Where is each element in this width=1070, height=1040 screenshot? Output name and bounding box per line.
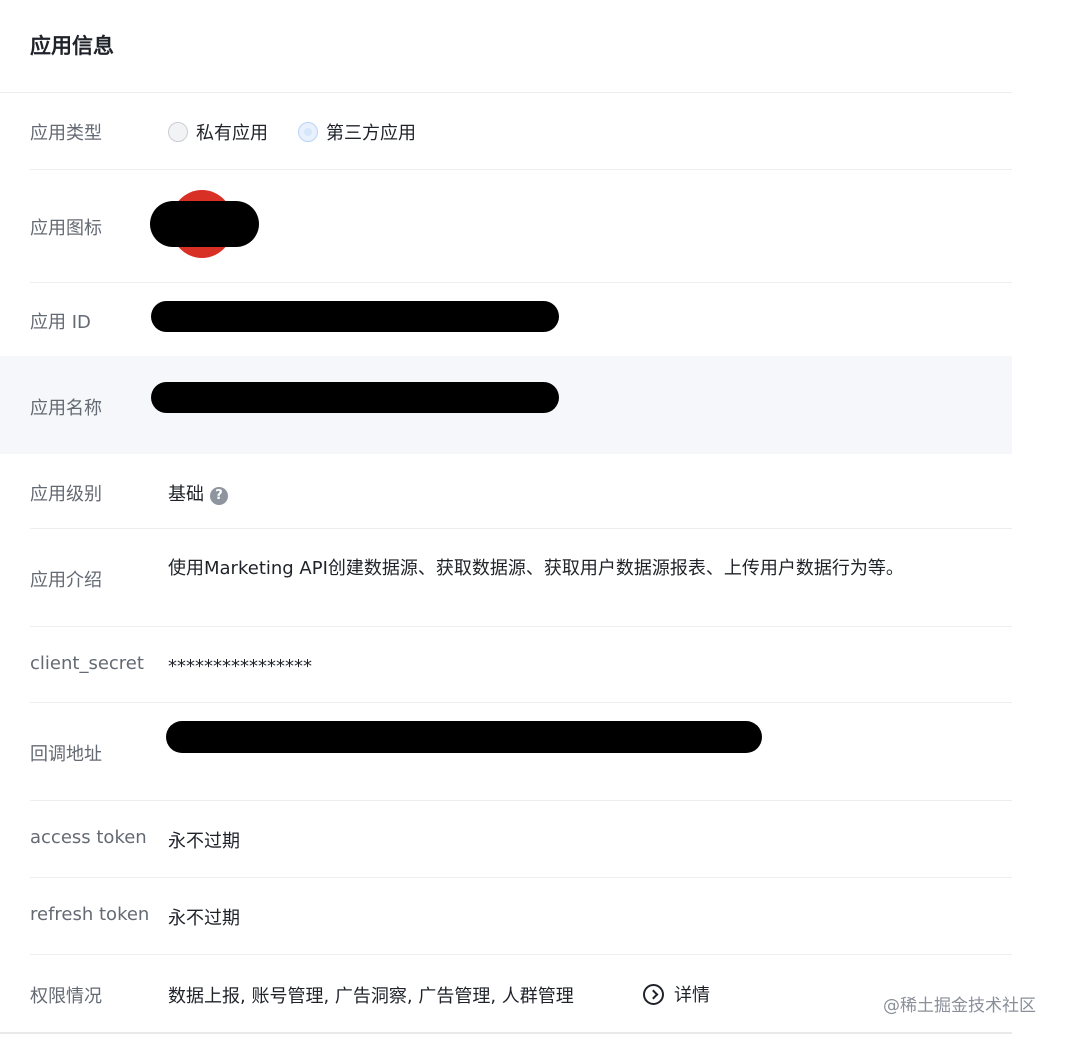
- client-secret-label: client_secret: [30, 653, 144, 674]
- permissions-detail-link[interactable]: 详情: [643, 981, 710, 1007]
- permissions-detail-label: 详情: [674, 985, 710, 1006]
- app-intro-label: 应用介绍: [30, 570, 102, 591]
- redacted-app-id: [151, 301, 559, 332]
- app-name-label: 应用名称: [30, 398, 102, 419]
- app-info-card: 应用信息 应用类型 私有应用 第三方应用 应用图标 应用 ID 应用名称 应用级…: [0, 0, 1012, 1034]
- row-callback-url: 回调地址: [0, 703, 1012, 800]
- redacted-callback-url: [166, 721, 762, 753]
- redacted-app-name: [151, 382, 559, 413]
- client-secret-value: ****************: [168, 656, 312, 677]
- refresh-token-label: refresh token: [30, 904, 150, 925]
- radio-private-app[interactable]: 私有应用: [168, 119, 268, 145]
- redacted-app-icon: [150, 201, 259, 247]
- row-app-id: 应用 ID: [0, 283, 1012, 356]
- card-title: 应用信息: [30, 34, 114, 58]
- row-app-intro: 应用介绍 使用Marketing API创建数据源、获取数据源、获取用户数据源报…: [0, 529, 1012, 626]
- app-type-label: 应用类型: [30, 123, 102, 144]
- row-app-level: 应用级别 基础?: [0, 454, 1012, 528]
- app-icon-label: 应用图标: [30, 218, 102, 239]
- app-level-value: 基础: [168, 484, 204, 505]
- radio-third-party-app-label: 第三方应用: [326, 123, 416, 144]
- row-app-type: 应用类型 私有应用 第三方应用: [0, 93, 1012, 169]
- row-refresh-token: refresh token 永不过期: [0, 878, 1012, 954]
- permissions-label: 权限情况: [30, 986, 102, 1007]
- refresh-token-value: 永不过期: [168, 908, 240, 929]
- chevron-right-circle-icon: [643, 983, 664, 1005]
- row-access-token: access token 永不过期: [0, 801, 1012, 877]
- row-app-name: 应用名称: [0, 356, 1012, 454]
- row-permissions: 权限情况 数据上报, 账号管理, 广告洞察, 广告管理, 人群管理 详情: [0, 955, 1012, 1033]
- row-app-icon: 应用图标: [0, 170, 1012, 282]
- app-level-label: 应用级别: [30, 484, 102, 505]
- radio-private-app-label: 私有应用: [196, 123, 268, 144]
- app-intro-value: 使用Marketing API创建数据源、获取数据源、获取用户数据源报表、上传用…: [168, 558, 904, 579]
- access-token-label: access token: [30, 827, 147, 848]
- app-id-label: 应用 ID: [30, 312, 91, 333]
- question-circle-icon[interactable]: ?: [210, 487, 228, 505]
- watermark: @稀土掘金技术社区: [883, 996, 1036, 1016]
- callback-url-label: 回调地址: [30, 744, 102, 765]
- radio-third-party-app[interactable]: 第三方应用: [298, 119, 416, 145]
- app-type-radio-group: 私有应用 第三方应用: [168, 119, 446, 145]
- row-client-secret: client_secret ****************: [0, 627, 1012, 702]
- radio-selected-icon: [298, 122, 318, 142]
- access-token-value: 永不过期: [168, 831, 240, 852]
- radio-unselected-icon: [168, 122, 188, 142]
- permissions-value: 数据上报, 账号管理, 广告洞察, 广告管理, 人群管理: [168, 986, 574, 1007]
- app-level-value-wrap: 基础?: [168, 480, 228, 506]
